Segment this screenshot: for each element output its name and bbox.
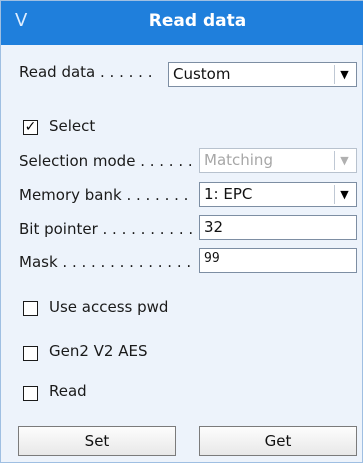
use-access-pwd-label: Use access pwd — [49, 298, 169, 316]
selection-mode-label: Selection mode . . . . . . — [19, 152, 193, 170]
set-button[interactable]: Set — [18, 426, 176, 456]
read-data-value: Custom — [173, 65, 231, 83]
chevron-down-icon[interactable]: ▼ — [334, 185, 354, 204]
use-access-pwd-checkbox[interactable] — [23, 301, 38, 316]
select-checkbox[interactable]: ✓ — [23, 120, 38, 135]
panel-header[interactable]: V Read data — [1, 1, 363, 45]
read-label: Read — [49, 382, 87, 400]
chevron-down-icon[interactable]: ▼ — [334, 65, 354, 84]
read-checkbox[interactable] — [23, 386, 38, 401]
panel-title: Read data — [148, 11, 247, 31]
mask-label: Mask . . . . . . . . . . . . . . — [19, 253, 192, 271]
mask-input[interactable]: 99 — [199, 248, 357, 273]
selection-mode-select[interactable]: Matching ▼ — [199, 148, 357, 173]
read-data-label: Read data . . . . . . — [19, 63, 153, 81]
memory-bank-select[interactable]: 1: EPC ▼ — [199, 182, 357, 207]
get-button[interactable]: Get — [199, 426, 357, 456]
gen2-v2-aes-checkbox[interactable] — [23, 346, 38, 361]
select-label: Select — [49, 117, 96, 135]
chevron-down-icon[interactable]: ▼ — [334, 151, 354, 170]
bit-pointer-label: Bit pointer . . . . . . . . . . — [19, 220, 194, 238]
memory-bank-label: Memory bank . . . . . . . — [19, 186, 189, 204]
gen2-v2-aes-label: Gen2 V2 AES — [49, 342, 148, 360]
read-data-select[interactable]: Custom ▼ — [168, 62, 357, 87]
memory-bank-value: 1: EPC — [204, 185, 253, 203]
selection-mode-value: Matching — [204, 151, 273, 169]
bit-pointer-input[interactable]: 32 — [199, 215, 357, 240]
read-data-panel: V Read data Read data . . . . . . Custom… — [0, 0, 363, 463]
